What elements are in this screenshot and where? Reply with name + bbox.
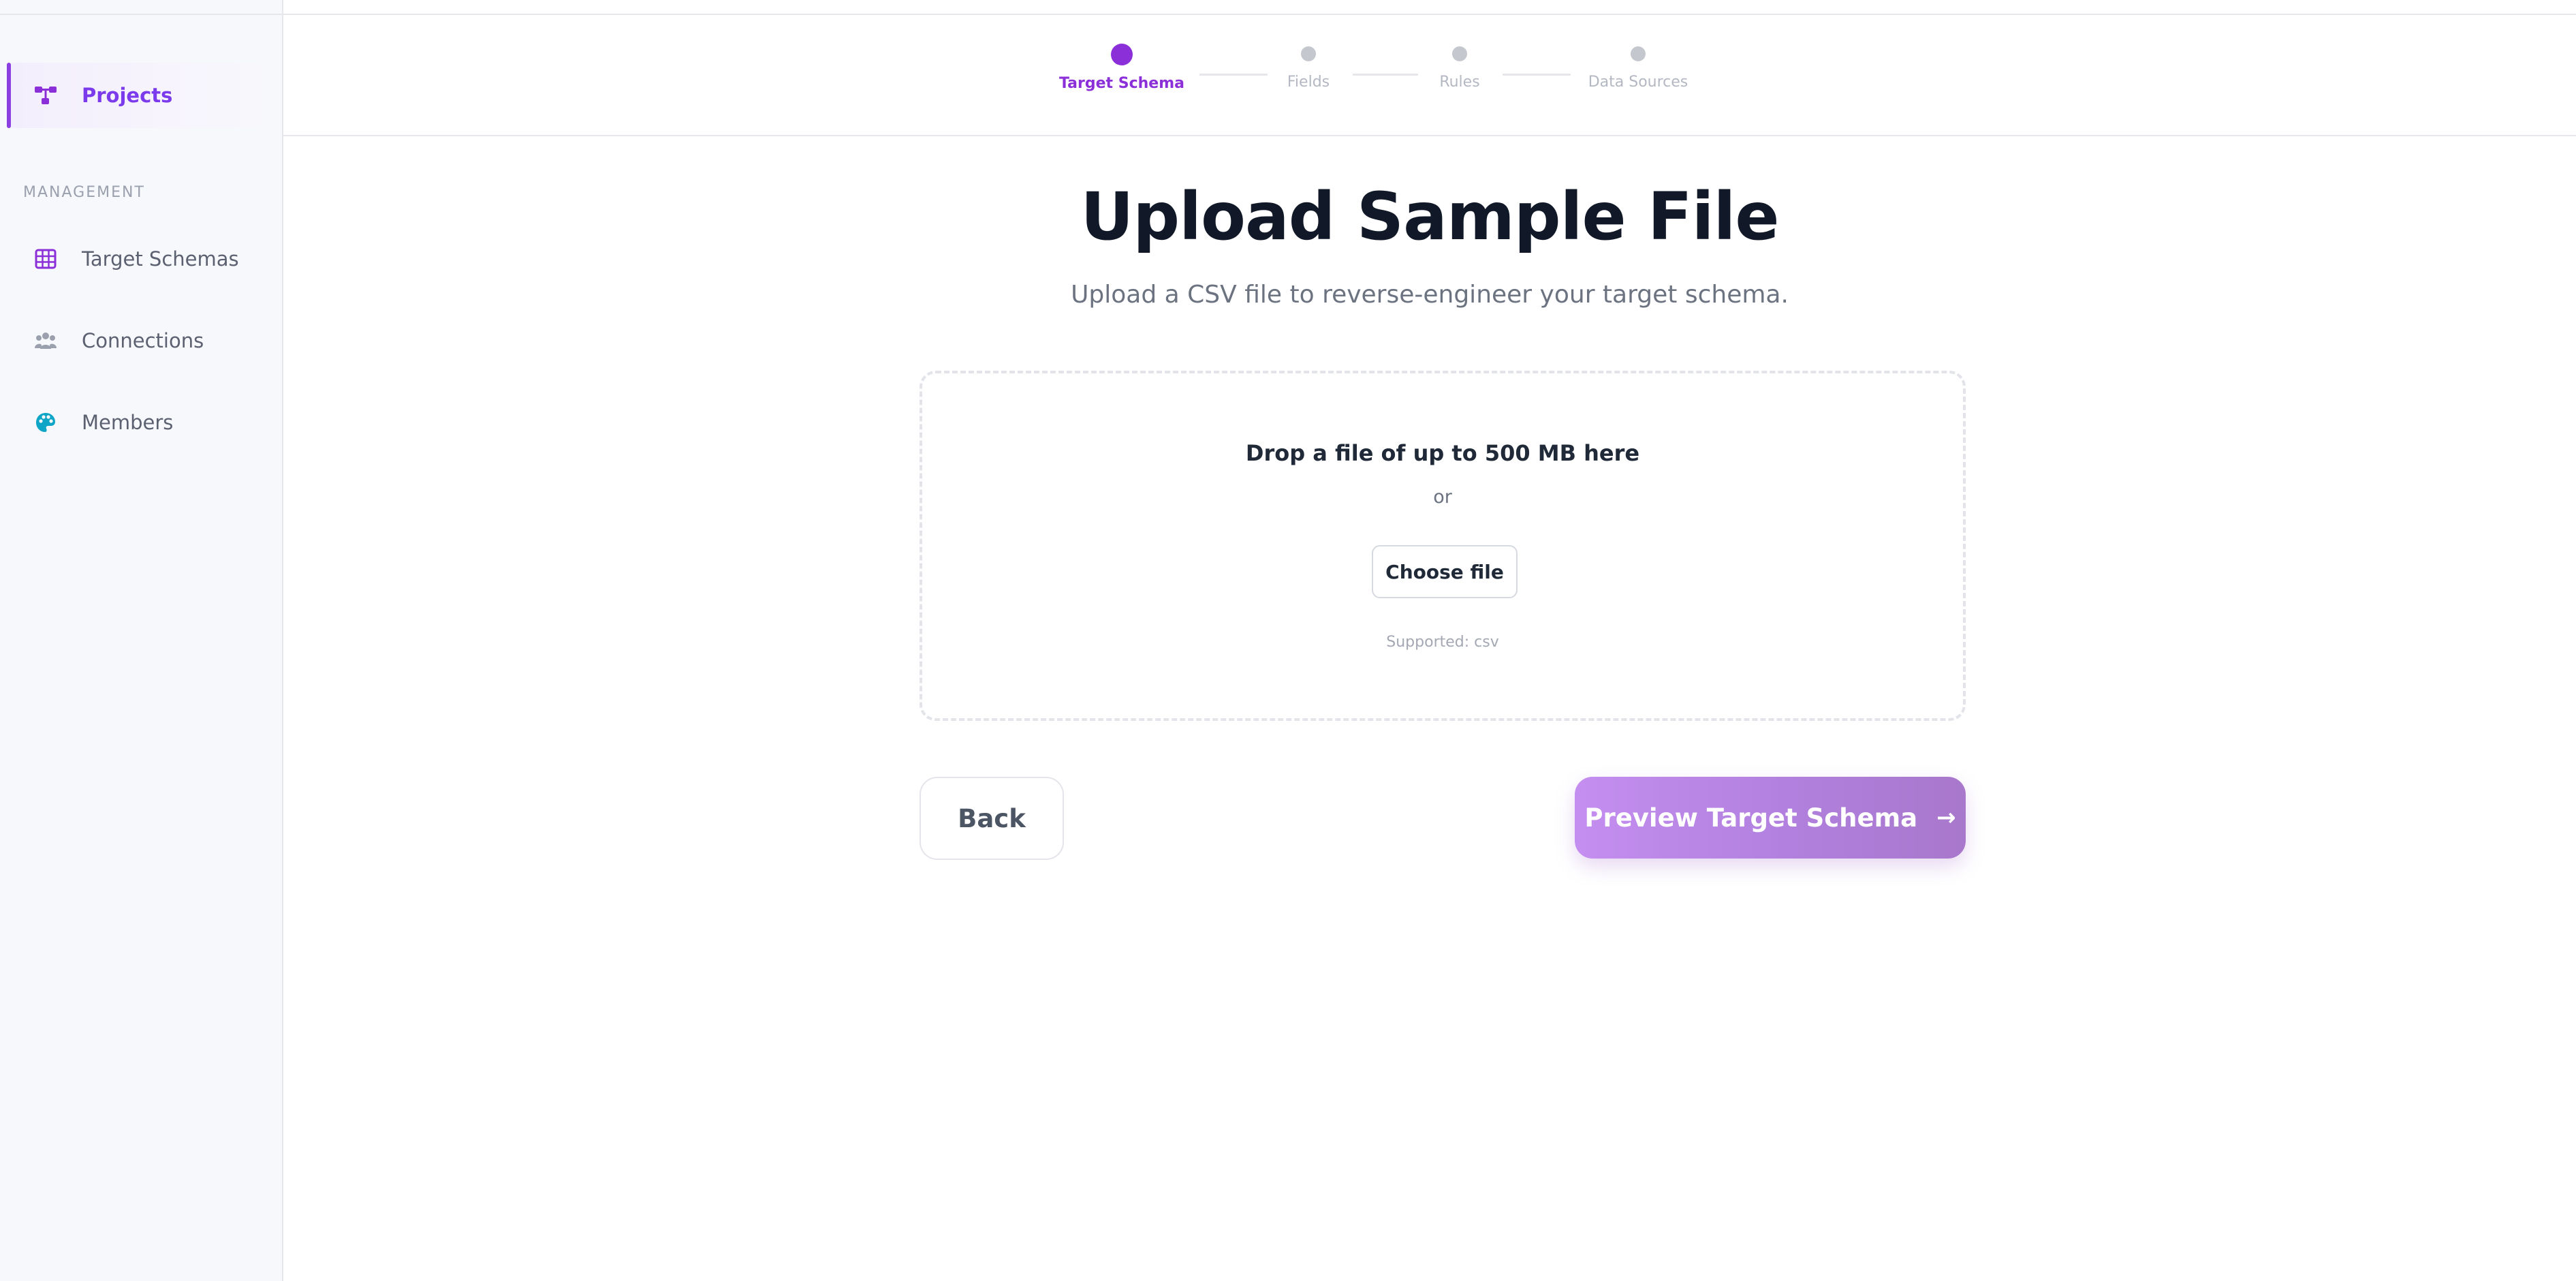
step-label: Rules — [1439, 74, 1480, 91]
preview-button-label: Preview Target Schema — [1584, 803, 1918, 833]
step-dot — [1301, 46, 1316, 61]
supported-formats-text: Supported: csv — [1386, 634, 1499, 651]
step-label: Target Schema — [1059, 75, 1184, 92]
sidebar-item-label: Projects — [82, 84, 173, 107]
choose-file-button[interactable]: Choose file — [1372, 545, 1518, 598]
step-fields[interactable]: Fields — [1220, 15, 1397, 136]
sidebar-item-label: Connections — [82, 329, 204, 352]
sidebar-top-divider — [0, 14, 283, 15]
sidebar-item-target-schemas[interactable]: Target Schemas — [7, 226, 277, 292]
sidebar-section-label: MANAGEMENT — [23, 184, 145, 201]
dropzone-or-text: or — [1433, 487, 1452, 508]
step-dot — [1452, 46, 1467, 61]
step-dot — [1631, 46, 1646, 61]
step-data-sources[interactable]: Data Sources — [1550, 15, 1727, 136]
page-title: Upload Sample File — [1080, 179, 1779, 255]
step-dot — [1111, 44, 1133, 65]
sidebar-item-label: Target Schemas — [82, 247, 239, 271]
wizard-stepper: Target Schema Fields Rules Data Sources — [283, 15, 2576, 136]
step-label: Data Sources — [1588, 74, 1688, 91]
sidebar: Projects MANAGEMENT Target Schemas Conne… — [0, 0, 283, 1281]
sidebar-item-label: Members — [82, 411, 174, 434]
sidebar-item-members[interactable]: Members — [7, 390, 277, 455]
back-button[interactable]: Back — [920, 777, 1064, 860]
dropzone-title: Drop a file of up to 500 MB here — [1245, 440, 1640, 466]
palette-icon — [33, 410, 59, 435]
sidebar-item-projects[interactable]: Projects — [7, 63, 277, 128]
step-rules[interactable]: Rules — [1371, 15, 1548, 136]
sidebar-item-connections[interactable]: Connections — [7, 308, 277, 373]
table-grid-icon — [33, 246, 59, 272]
step-target-schema[interactable]: Target Schema — [1033, 15, 1210, 136]
arrow-right-icon: → — [1936, 804, 1956, 831]
page-subtitle: Upload a CSV file to reverse-engineer yo… — [1071, 281, 1789, 309]
project-tree-icon — [33, 82, 59, 108]
step-label: Fields — [1287, 74, 1330, 91]
users-icon — [33, 328, 59, 354]
file-dropzone[interactable]: Drop a file of up to 500 MB here or Choo… — [920, 371, 1966, 721]
preview-target-schema-button[interactable]: Preview Target Schema → — [1575, 777, 1966, 859]
